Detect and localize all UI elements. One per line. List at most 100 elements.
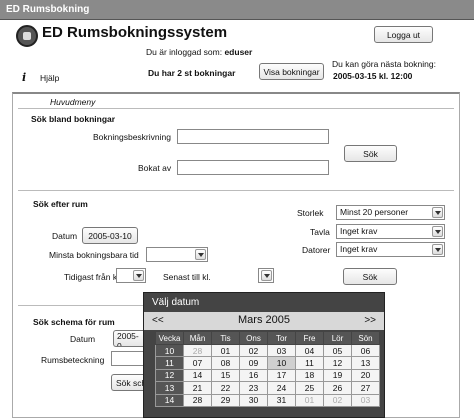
search-bookings-button[interactable]: Sök: [344, 145, 397, 162]
size-label: Storlek: [297, 208, 324, 218]
calendar-day[interactable]: 28: [183, 393, 212, 407]
calendar-day[interactable]: 05: [323, 343, 352, 358]
calendar-day[interactable]: 13: [351, 356, 380, 370]
date-picker-popup: Välj datum << Mars 2005 >> Vecka Mån Tis…: [143, 292, 385, 418]
calendar-day[interactable]: 30: [239, 393, 268, 407]
week-number: 11: [155, 356, 184, 370]
chevron-down-icon: [261, 270, 272, 281]
calendar-day[interactable]: 02: [239, 343, 268, 358]
calendar-day[interactable]: 03: [267, 343, 296, 358]
search-schedule-title: Sök schema för rum: [33, 317, 115, 327]
calendar-day[interactable]: 23: [239, 381, 268, 395]
description-input[interactable]: [177, 129, 329, 144]
chevron-down-icon: [432, 244, 443, 255]
schedule-date-label: Datum: [70, 334, 96, 344]
month-label: Mars 2005: [238, 314, 290, 326]
calendar-day[interactable]: 09: [239, 356, 268, 370]
calendar-week-row: 12 14 15 16 17 18 19 20: [155, 368, 380, 383]
calendar-day[interactable]: 07: [183, 356, 212, 370]
calendar-day[interactable]: 18: [295, 368, 324, 383]
logout-button[interactable]: Logga ut: [374, 26, 433, 43]
latest-select[interactable]: [258, 268, 274, 283]
calendar-day[interactable]: 11: [295, 356, 324, 370]
calendar-day[interactable]: 16: [239, 368, 268, 383]
booked-by-label: Bokat av: [138, 163, 172, 173]
board-label: Tavla: [310, 227, 330, 237]
calendar-day[interactable]: 24: [267, 381, 296, 395]
window-title: ED Rumsbokning: [0, 0, 474, 20]
calendar-day[interactable]: 03: [351, 393, 380, 407]
calendar-day[interactable]: 22: [211, 381, 240, 395]
logged-in-label: Du är inloggad som:: [146, 47, 223, 57]
bookings-count: Du har 2 st bokningar: [148, 68, 236, 78]
calendar-day[interactable]: 08: [211, 356, 240, 370]
calendar-day[interactable]: 15: [211, 368, 240, 383]
app-title: ED Rumsbokningssystem: [42, 24, 228, 41]
calendar-day[interactable]: 01: [211, 343, 240, 358]
chevron-down-icon: [432, 207, 443, 218]
schedule-date-button[interactable]: 2005-0: [113, 330, 143, 347]
board-value: Inget krav: [340, 226, 378, 236]
week-number: 10: [155, 343, 184, 358]
calendar-week-row: 13 21 22 23 24 25 26 27: [155, 381, 380, 395]
room-label: Rumsbeteckning: [41, 355, 105, 365]
calendar-header: Ons: [239, 331, 268, 345]
divider: [18, 190, 454, 191]
earliest-label: Tidigast från kl.: [64, 272, 122, 282]
help-link[interactable]: Hjälp: [40, 73, 59, 83]
search-rooms-button[interactable]: Sök: [343, 268, 397, 285]
help-icon[interactable]: i: [22, 71, 32, 84]
size-select[interactable]: Minst 20 personer: [336, 205, 445, 220]
search-rooms-title: Sök efter rum: [33, 199, 88, 209]
calendar-day[interactable]: 02: [323, 393, 352, 407]
calendar-day[interactable]: 27: [351, 381, 380, 395]
room-input[interactable]: [111, 351, 143, 366]
calendar-day[interactable]: 28: [183, 343, 212, 358]
calendar-week-row: 14 28 29 30 31 01 02 03: [155, 393, 380, 407]
calendar-day-selected[interactable]: 10: [267, 356, 296, 370]
date-picker-button[interactable]: 2005-03-10: [82, 227, 138, 244]
calendar-day[interactable]: 14: [183, 368, 212, 383]
week-number: 12: [155, 368, 184, 383]
next-month-button[interactable]: >>: [364, 315, 376, 326]
chevron-down-icon: [195, 249, 206, 260]
earliest-select[interactable]: [116, 268, 146, 283]
week-number: 13: [155, 381, 184, 395]
calendar-day[interactable]: 19: [323, 368, 352, 383]
calendar-header: Sön: [351, 331, 380, 345]
show-bookings-button[interactable]: Visa bokningar: [259, 63, 324, 80]
calendar-day[interactable]: 17: [267, 368, 296, 383]
search-schedule-button[interactable]: Sök sch: [111, 374, 143, 391]
min-time-label: Minsta bokningsbara tid: [49, 250, 139, 260]
chevron-down-icon: [133, 270, 144, 281]
description-label: Bokningsbeskrivning: [93, 132, 171, 142]
calendar-day[interactable]: 04: [295, 343, 324, 358]
calendar-day[interactable]: 01: [295, 393, 324, 407]
date-label: Datum: [52, 231, 78, 241]
computer-select[interactable]: Inget krav: [336, 242, 445, 257]
size-value: Minst 20 personer: [340, 207, 409, 217]
calendar-week-row: 11 07 08 09 10 11 12 13: [155, 356, 380, 370]
computer-value: Inget krav: [340, 244, 378, 254]
calendar-day[interactable]: 20: [351, 368, 380, 383]
calendar-grid: Vecka Mån Tis Ons Tor Fre Lör Sön 10 28 …: [155, 331, 380, 407]
username: eduser: [224, 47, 253, 57]
booked-by-input[interactable]: [177, 160, 329, 175]
computer-label: Datorer: [302, 245, 331, 255]
calendar-day[interactable]: 29: [211, 393, 240, 407]
calendar-day[interactable]: 21: [183, 381, 212, 395]
calendar-day[interactable]: 25: [295, 381, 324, 395]
calendar-day[interactable]: 06: [351, 343, 380, 358]
calendar-header: Mån: [183, 331, 212, 345]
min-time-select[interactable]: [146, 247, 208, 262]
calendar-day[interactable]: 12: [323, 356, 352, 370]
main-menu-label: Huvudmeny: [50, 97, 96, 107]
next-booking-date: 2005-03-15 kl. 12:00: [333, 71, 413, 81]
calendar-day[interactable]: 31: [267, 393, 296, 407]
divider: [18, 108, 454, 109]
chevron-down-icon: [432, 226, 443, 237]
calendar-day[interactable]: 26: [323, 381, 352, 395]
board-select[interactable]: Inget krav: [336, 224, 445, 239]
calendar-header: Lör: [323, 331, 352, 345]
search-bookings-title: Sök bland bokningar: [31, 114, 116, 124]
